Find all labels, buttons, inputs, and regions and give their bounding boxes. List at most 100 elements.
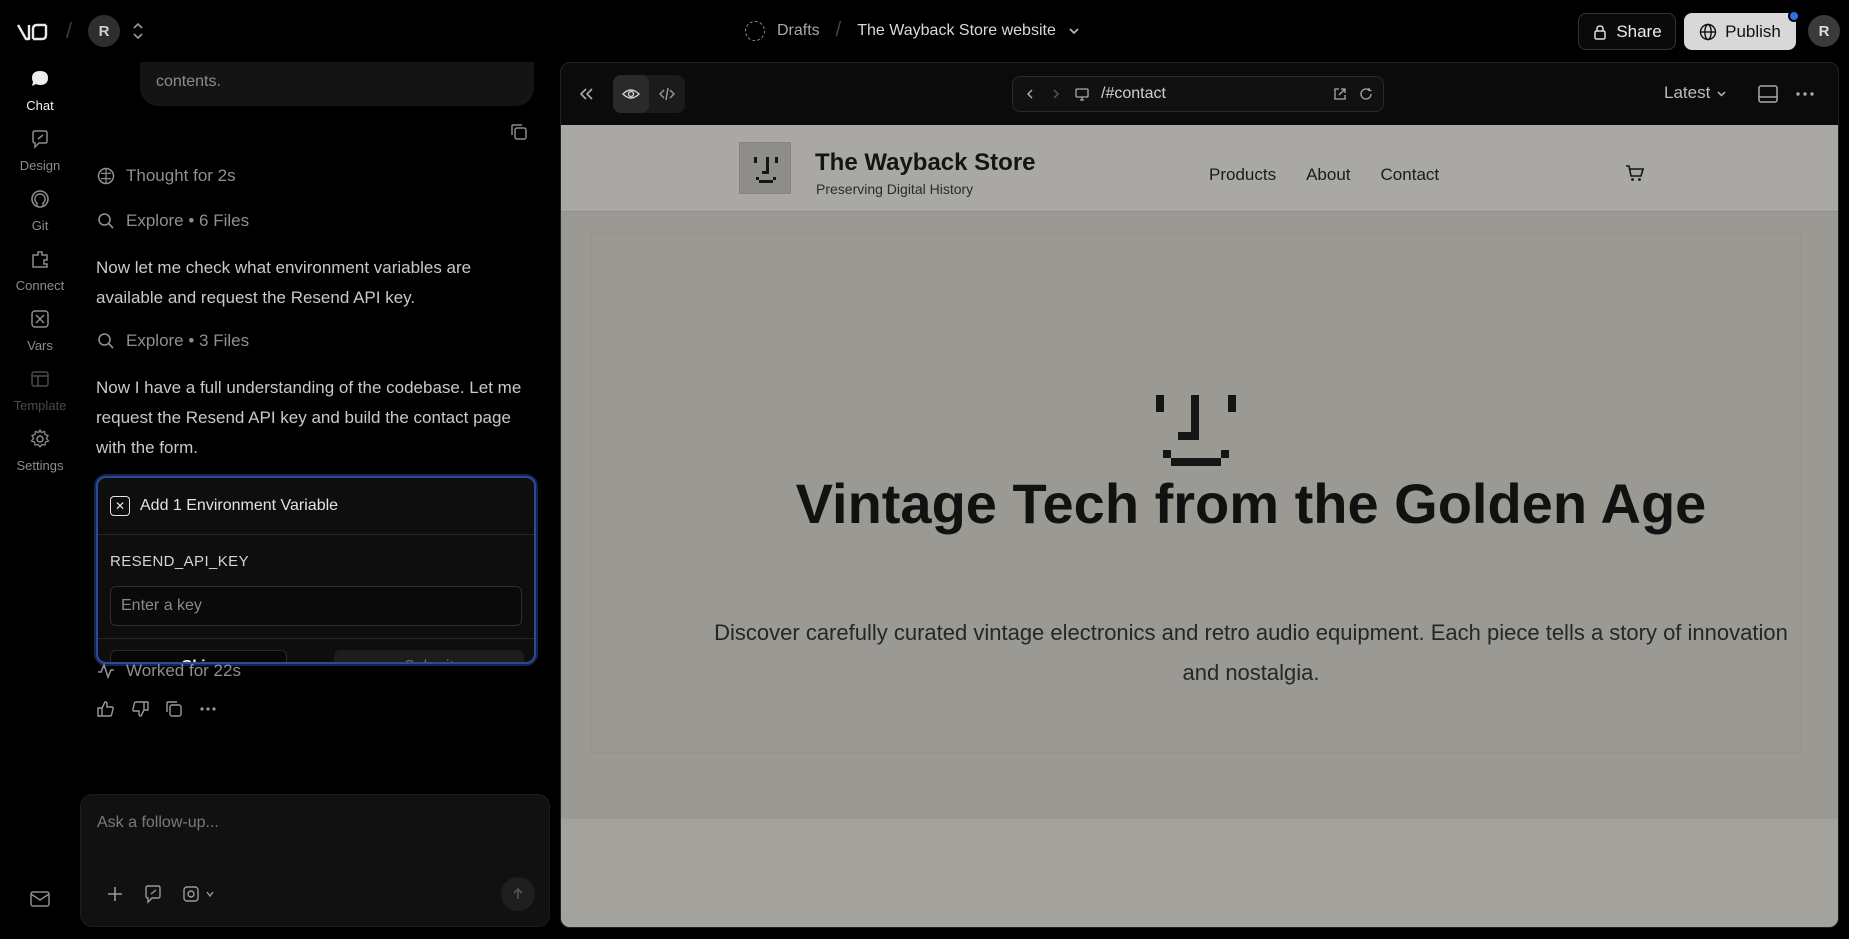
v0-logo[interactable] [16, 20, 52, 44]
publish-button[interactable]: Publish [1684, 13, 1796, 50]
collapse-icon[interactable] [577, 85, 595, 103]
copy-icon[interactable] [164, 699, 184, 719]
version-selector[interactable]: Latest [1664, 83, 1727, 103]
thumbs-up-icon[interactable] [96, 699, 116, 719]
sidebar-item-chat[interactable]: Chat [0, 68, 80, 113]
notification-dot [1788, 10, 1800, 22]
more-icon[interactable] [1794, 85, 1816, 103]
copy-icon[interactable] [509, 122, 529, 142]
refresh-icon[interactable] [1359, 87, 1373, 101]
explore-step[interactable]: Explore • 3 Files [96, 331, 249, 351]
sidebar-rail: Chat Design Git Connect Vars Template Se… [0, 62, 80, 932]
external-link-icon[interactable] [1333, 87, 1347, 101]
project-avatar[interactable]: R [88, 15, 120, 47]
drafts-icon [745, 20, 765, 41]
nav-link-contact[interactable]: Contact [1381, 165, 1440, 185]
globe-icon [1699, 23, 1717, 40]
model-selector[interactable] [181, 884, 215, 904]
thought-label: Thought for 2s [126, 166, 236, 185]
explore-label: Explore • 3 Files [126, 331, 250, 350]
connect-icon [32, 251, 48, 268]
previous-message-bubble: contents. [140, 62, 534, 106]
template-icon [31, 371, 49, 387]
assistant-message: Now I have a full understanding of the c… [96, 378, 522, 457]
version-label: Latest [1664, 83, 1711, 102]
previous-message-text: contents. [156, 73, 221, 90]
preview-toolbar: /#contact Latest [561, 63, 1838, 125]
sidebar-item-connect[interactable]: Connect [0, 248, 80, 293]
share-label: Share [1616, 21, 1662, 41]
publish-label: Publish [1725, 21, 1781, 41]
site-tagline: Preserving Digital History [816, 181, 974, 197]
activity-icon [98, 662, 114, 680]
follow-up-input[interactable] [97, 809, 527, 837]
worked-step[interactable]: Worked for 22s [96, 661, 241, 681]
env-card-title: Add 1 Environment Variable [140, 497, 339, 514]
plus-icon[interactable] [105, 884, 125, 904]
search-icon [98, 213, 114, 229]
send-button[interactable] [501, 877, 535, 911]
sidebar-item-design[interactable]: Design [0, 128, 80, 173]
hero-title: Vintage Tech from the Golden Age [795, 472, 1707, 535]
feedback-toolbar [96, 699, 218, 719]
code-mode-button[interactable] [649, 75, 685, 113]
mail-icon[interactable] [29, 890, 51, 908]
sidebar-item-git[interactable]: Git [0, 188, 80, 233]
model-icon [183, 886, 199, 902]
chevron-right-icon[interactable] [1049, 87, 1063, 101]
search-icon [98, 333, 114, 349]
sidebar-item-settings[interactable]: Settings [0, 428, 80, 473]
chat-icon [32, 71, 48, 86]
eye-icon [622, 89, 640, 99]
drafts-link[interactable]: Drafts [777, 22, 820, 40]
cart-icon[interactable] [1624, 163, 1646, 183]
divider [98, 638, 534, 639]
user-avatar[interactable]: R [1808, 15, 1840, 47]
site-nav: Products About Contact [1209, 165, 1439, 185]
more-icon[interactable] [198, 699, 218, 719]
composer-tools [105, 884, 215, 904]
monitor-icon[interactable] [1075, 87, 1089, 101]
nav-link-products[interactable]: Products [1209, 165, 1276, 185]
github-icon [31, 190, 49, 208]
url-path: /#contact [1101, 85, 1166, 102]
sidebar-item-label: Settings [16, 458, 64, 473]
site-preview: The Wayback Store Preserving Digital His… [561, 125, 1838, 927]
sidebar-item-vars[interactable]: Vars [0, 308, 80, 353]
design-mode-icon[interactable] [143, 884, 163, 904]
vars-icon [31, 310, 49, 328]
lock-icon [1594, 24, 1607, 40]
layout-toggle-icon[interactable] [1758, 85, 1778, 103]
sidebar-item-label: Design [19, 158, 61, 173]
breadcrumb-separator: / [835, 19, 842, 41]
chevron-left-icon[interactable] [1023, 87, 1037, 101]
nav-link-about[interactable]: About [1306, 165, 1350, 185]
assistant-message: Now let me check what environment variab… [96, 258, 472, 307]
arrow-up-icon [513, 887, 523, 899]
share-button[interactable]: Share [1578, 13, 1676, 50]
chevron-updown-icon[interactable] [131, 21, 145, 41]
thought-step[interactable]: Thought for 2s [96, 166, 236, 186]
chevron-down-icon[interactable] [1068, 25, 1080, 37]
sidebar-item-template[interactable]: Template [0, 368, 80, 413]
breadcrumb: Drafts / The Wayback Store website [745, 19, 1080, 42]
site-logo[interactable] [739, 142, 791, 194]
project-name[interactable]: The Wayback Store website [857, 22, 1056, 40]
preview-panel: /#contact Latest The Wayback Store Prese… [560, 62, 1839, 928]
worked-label: Worked for 22s [126, 661, 241, 680]
composer [80, 794, 550, 927]
view-toggle [613, 75, 685, 113]
explore-step[interactable]: Explore • 6 Files [96, 211, 249, 231]
url-bar[interactable]: /#contact [1012, 76, 1384, 112]
top-bar: / R Drafts / The Wayback Store website S… [0, 0, 1849, 62]
chevron-down-icon [1717, 90, 1726, 97]
vars-icon: ✕ [110, 496, 130, 516]
env-variable-card: ✕ Add 1 Environment Variable RESEND_API_… [96, 476, 536, 664]
submit-button[interactable]: Submit [334, 650, 524, 662]
thumbs-down-icon[interactable] [130, 699, 150, 719]
sidebar-item-label: Chat [26, 98, 54, 113]
env-key-input[interactable] [110, 586, 522, 626]
preview-mode-button[interactable] [613, 75, 649, 113]
hero-subtitle: Discover carefully curated vintage elect… [714, 620, 1788, 685]
sidebar-item-label: Vars [27, 338, 53, 353]
